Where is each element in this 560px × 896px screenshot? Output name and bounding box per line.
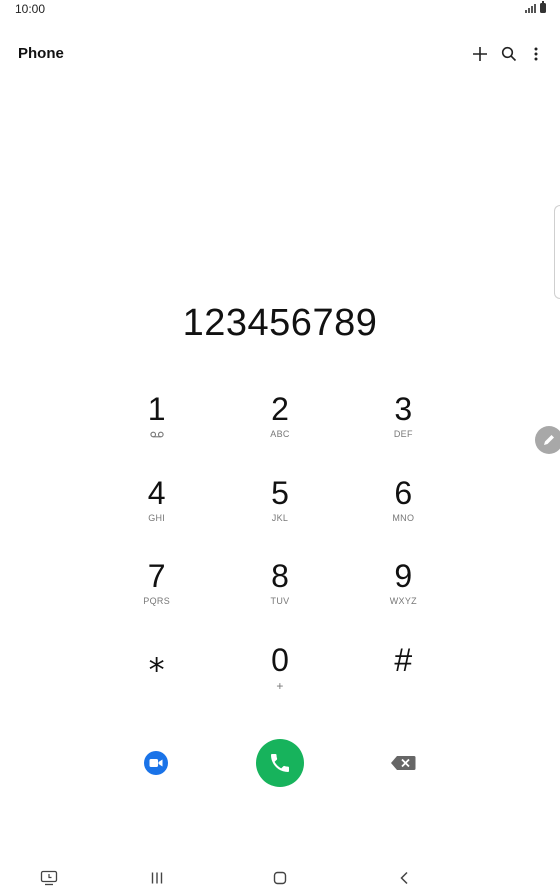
key-letters: PQRS	[143, 596, 171, 606]
key-digit: 6	[394, 474, 413, 511]
signal-icon	[525, 3, 536, 13]
key-digit: 5	[271, 474, 289, 511]
key-letters: GHI	[148, 512, 166, 523]
key-0[interactable]: 0 +	[218, 643, 341, 727]
home-button[interactable]	[268, 868, 292, 888]
dial-keypad: 1 2 ABC 3 DEF 4 GHI 5 JKL 6 MNO 7 PQRS 8…	[95, 392, 465, 726]
status-icons	[525, 1, 546, 13]
key-letters: +	[276, 678, 284, 693]
key-4[interactable]: 4 GHI	[95, 476, 218, 560]
key-digit: 2	[271, 391, 289, 427]
key-digit: #	[394, 641, 413, 678]
key-hash[interactable]: #	[342, 643, 465, 727]
key-digit: 3	[394, 391, 413, 427]
key-digit: 4	[147, 474, 166, 511]
key-1[interactable]: 1	[95, 392, 218, 476]
battery-icon	[540, 1, 546, 13]
key-8[interactable]: 8 TUV	[218, 559, 341, 643]
add-contact-button[interactable]	[468, 42, 492, 66]
key-7[interactable]: 7 PQRS	[95, 559, 218, 643]
key-digit: 8	[271, 558, 289, 594]
key-5[interactable]: 5 JKL	[218, 476, 341, 560]
key-letters: ABC	[270, 429, 290, 439]
phone-icon	[271, 754, 289, 772]
key-star[interactable]: ⁎	[95, 643, 218, 727]
pencil-icon	[544, 435, 554, 445]
more-options-button[interactable]	[524, 42, 548, 66]
key-2[interactable]: 2 ABC	[218, 392, 341, 476]
key-9[interactable]: 9 WXYZ	[342, 559, 465, 643]
key-digit: 9	[394, 558, 413, 594]
system-nav-bar	[0, 860, 560, 896]
home-icon	[273, 871, 287, 885]
key-letters: MNO	[392, 512, 415, 523]
voicemail-icon	[150, 431, 164, 438]
recents-button[interactable]	[145, 868, 169, 888]
back-icon	[400, 871, 408, 885]
back-button[interactable]	[392, 868, 416, 888]
status-time: 10:00	[15, 2, 46, 16]
key-6[interactable]: 6 MNO	[342, 476, 465, 560]
search-icon	[501, 46, 517, 62]
key-digit: 0	[271, 641, 289, 678]
app-title: Phone	[18, 45, 64, 62]
backspace-button[interactable]	[390, 754, 416, 772]
key-digit: ⁎	[148, 641, 165, 678]
screen-switch-button[interactable]	[37, 868, 61, 888]
status-bar: 10:00	[0, 0, 560, 20]
add-icon	[473, 47, 487, 61]
call-button[interactable]	[256, 739, 304, 787]
video-call-icon	[149, 759, 163, 767]
key-letters: TUV	[270, 596, 290, 606]
backspace-icon	[391, 756, 416, 770]
key-letters: WXYZ	[389, 596, 417, 606]
video-call-button[interactable]	[144, 751, 168, 775]
more-vert-icon	[534, 47, 538, 61]
key-letters: JKL	[271, 512, 289, 523]
key-letters: DEF	[393, 429, 413, 439]
screen-icon	[40, 870, 58, 886]
app-header: Phone	[0, 34, 560, 74]
edge-panel-handle[interactable]	[554, 205, 560, 299]
recents-icon	[151, 872, 163, 884]
edit-button[interactable]	[535, 426, 560, 454]
key-3[interactable]: 3 DEF	[342, 392, 465, 476]
dialed-number: 123456789	[182, 302, 378, 344]
search-button[interactable]	[497, 42, 521, 66]
key-digit: 1	[147, 391, 166, 427]
key-digit: 7	[147, 558, 166, 594]
